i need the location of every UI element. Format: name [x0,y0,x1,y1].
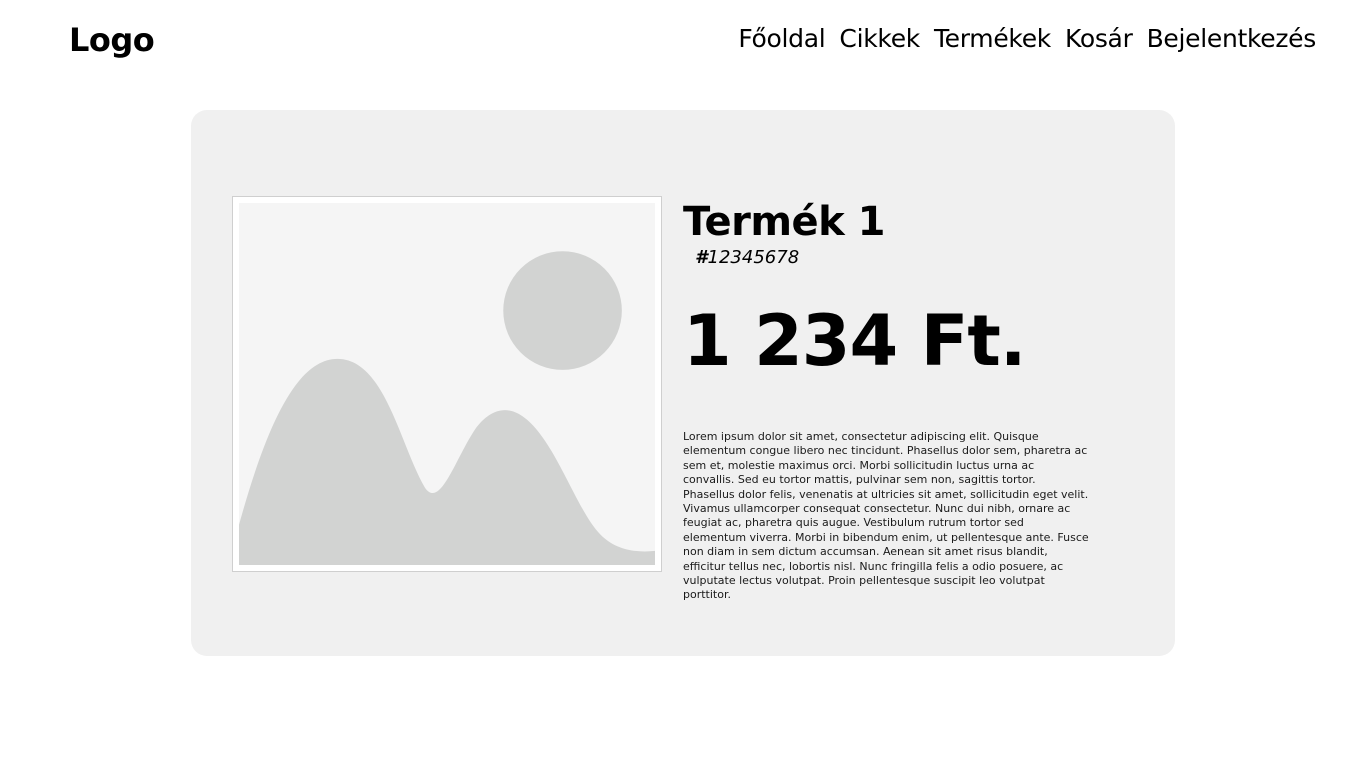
product-page: Logo Főoldal Cikkek Termékek Kosár Bejel… [0,0,1366,768]
image-placeholder-icon [239,203,655,565]
product-info: Termék 1 #12345678 1 234 Ft. [683,198,1103,383]
product-sku: #12345678 [695,247,1103,269]
main-navigation: Főoldal Cikkek Termékek Kosár Bejelentke… [738,19,1316,59]
logo[interactable]: Logo [69,20,155,60]
nav-item-home[interactable]: Főoldal [738,19,825,59]
nav-item-cart[interactable]: Kosár [1065,19,1133,59]
nav-item-login[interactable]: Bejelentkezés [1147,19,1317,59]
nav-item-products[interactable]: Termékek [934,19,1051,59]
sku-prefix: # [695,247,708,268]
product-title: Termék 1 [683,199,886,245]
product-price: 1 234 Ft. [683,300,1026,382]
sku-number: 12345678 [707,247,800,268]
product-card: Termék 1 #12345678 1 234 Ft. Lorem ipsum… [191,110,1175,656]
product-image [232,196,662,572]
nav-item-articles[interactable]: Cikkek [839,19,920,59]
product-description: Lorem ipsum dolor sit amet, consectetur … [683,430,1089,602]
